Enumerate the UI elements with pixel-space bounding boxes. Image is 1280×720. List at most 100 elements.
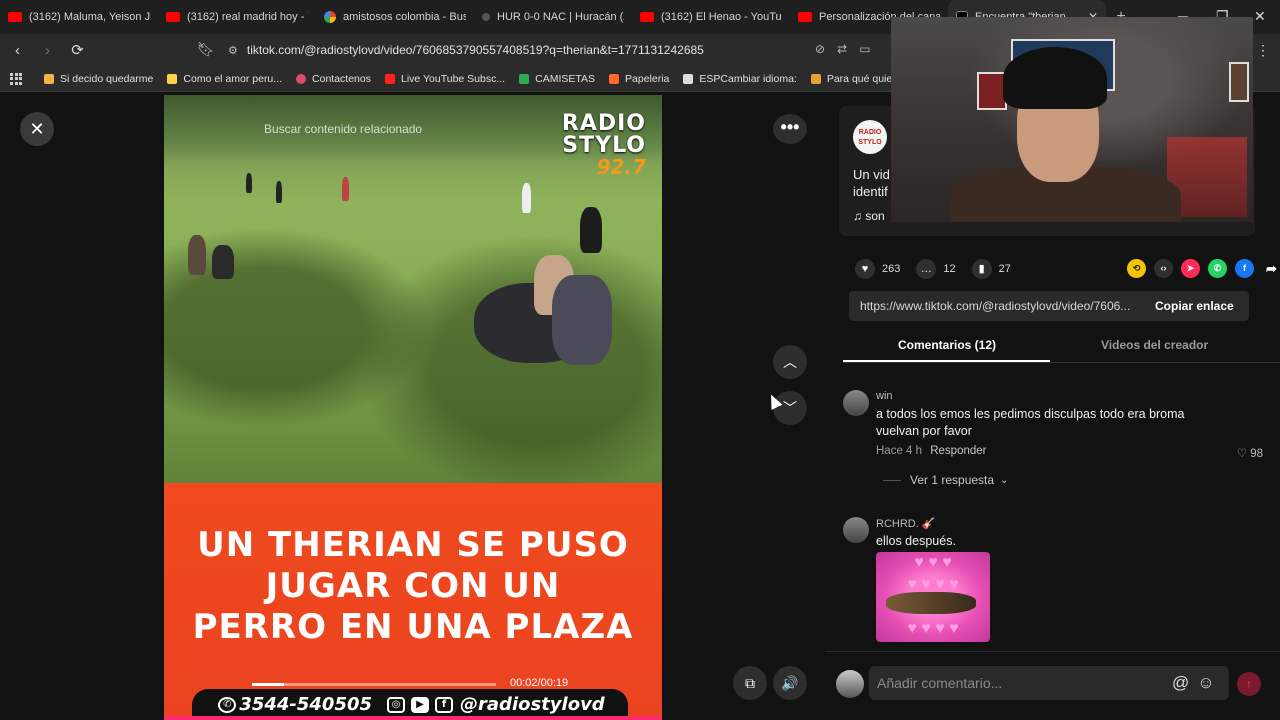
video-person xyxy=(212,245,234,279)
video-person xyxy=(522,183,531,213)
creator-avatar[interactable]: RADIO STYLO xyxy=(853,120,887,154)
video-timecode: 00:02/00:19 xyxy=(510,677,569,689)
forward-button[interactable]: › xyxy=(35,42,60,59)
address-bar-icons[interactable]: ⊘⇄▭ xyxy=(815,42,882,56)
browser-tab[interactable]: (3162) El Henao - YouTube xyxy=(632,0,790,34)
bookmark-favicon-icon xyxy=(167,73,178,84)
comment-like-button[interactable]: ♡ 98 xyxy=(1237,446,1263,460)
whatsapp-icon: ✆ xyxy=(218,696,237,713)
share-link-url[interactable]: https://www.tiktok.com/@radiostylovd/vid… xyxy=(860,299,1143,313)
google-icon xyxy=(324,11,336,23)
bookmark-item[interactable]: Contactenos xyxy=(296,73,371,85)
user-avatar xyxy=(836,670,864,698)
instagram-icon: ◎ xyxy=(387,696,406,713)
video-progress-bar[interactable] xyxy=(252,683,496,686)
mention-icon[interactable]: @ xyxy=(1172,673,1197,692)
browser-menu-icon[interactable]: ⋮ xyxy=(1256,42,1270,59)
commenter-avatar[interactable] xyxy=(843,517,869,543)
heart-outline-icon: ♡ xyxy=(1236,448,1251,460)
tab-comments[interactable]: Comentarios (12) xyxy=(898,338,996,352)
related-search-text[interactable]: Buscar contenido relacionado xyxy=(264,122,422,136)
tab-creator-videos[interactable]: Videos del creador xyxy=(1101,338,1208,352)
bookmark-item[interactable]: CAMISETAS xyxy=(519,73,595,85)
tiktok-video-page: ✕ Buscar contenido relacionado RADIO STY… xyxy=(0,17,1280,720)
bookmark-item[interactable]: Si decido quedarme xyxy=(44,73,153,85)
comment-username[interactable]: RCHRD. 🎸 xyxy=(876,517,936,530)
volume-button[interactable]: 🔊 xyxy=(773,666,807,700)
chevron-up-icon: ︿ xyxy=(783,354,797,370)
whatsapp-share-icon[interactable]: ✆ xyxy=(1208,259,1227,278)
save-button[interactable]: ▮ 27 xyxy=(971,259,1011,279)
comment-composer: @☺ ↑ xyxy=(825,651,1280,720)
url-field[interactable]: ⚙ tiktok.com/@radiostylovd/video/7606853… xyxy=(222,38,902,62)
repost-icon[interactable]: ⟲ xyxy=(1127,259,1146,278)
browser-tab[interactable]: (3162) real madrid hoy - Y xyxy=(158,0,316,34)
facebook-icon: f xyxy=(435,696,454,713)
panel-tabs: Comentarios (12) Videos del creador xyxy=(843,327,1280,363)
bookmark-item[interactable]: Como el amor peru... xyxy=(167,73,282,85)
youtube-icon xyxy=(640,12,654,22)
facebook-share-icon[interactable]: f xyxy=(1235,259,1254,278)
back-button[interactable]: ‹ xyxy=(5,42,30,59)
url-text: tiktok.com/@radiostylovd/video/760685379… xyxy=(246,43,704,57)
bookmark-item[interactable]: ESPCambiar idioma: xyxy=(683,73,797,85)
video-person xyxy=(188,235,206,275)
youtube-icon: ▶ xyxy=(411,696,430,713)
copy-link-button[interactable]: Copiar enlace xyxy=(1155,299,1234,313)
reply-button[interactable]: Responder xyxy=(930,445,986,457)
bookmark-icon[interactable]: 🔖︎ xyxy=(197,41,215,58)
bookmark-item[interactable]: Live YouTube Subsc... xyxy=(385,73,505,85)
video-person xyxy=(580,207,602,253)
video-border-line xyxy=(164,716,662,720)
sound-link[interactable]: ♫ son xyxy=(853,209,885,223)
share-arrow-icon[interactable]: ➦ xyxy=(1262,259,1280,278)
apps-grid-icon[interactable] xyxy=(10,72,22,85)
more-options-button[interactable]: ••• xyxy=(773,114,807,144)
post-description: Un vid identif xyxy=(853,167,890,199)
reload-button[interactable]: ⟳ xyxy=(65,41,90,59)
browser-tab[interactable]: (3162) Maluma, Yeison Jim xyxy=(0,0,158,34)
comment-icon: … xyxy=(916,259,937,279)
browser-tab[interactable]: amistosos colombia - Bus xyxy=(316,0,474,34)
banner-headline: UN THERIAN SE PUSO JUGAR CON UN PERRO EN… xyxy=(192,525,634,647)
replies-divider xyxy=(883,479,901,481)
emoji-icon[interactable]: ☺ xyxy=(1197,673,1222,692)
chevron-down-icon: ⌄ xyxy=(1000,474,1009,486)
bookmark-item[interactable]: Papeleria xyxy=(609,73,669,85)
comment-gif[interactable]: ♥ ♥ ♥♥ ♥ ♥ ♥♥ ♥ ♥♥ ♥ ♥ ♥ xyxy=(876,552,990,642)
bookmark-favicon-icon xyxy=(609,73,620,84)
embed-icon[interactable]: ‹› xyxy=(1154,259,1173,278)
share-icons: ⟲ ‹› ➤ ✆ f ➦ xyxy=(1127,259,1280,278)
view-replies-button[interactable]: Ver 1 respuesta ⌄ xyxy=(883,473,1008,487)
phone-number: 3544-540505 xyxy=(239,694,373,715)
picture-in-picture-button[interactable]: ⧉ xyxy=(733,666,767,700)
composer-icons: @☺ xyxy=(1172,673,1223,693)
close-video-button[interactable]: ✕ xyxy=(20,112,54,146)
webcam-overlay xyxy=(891,17,1253,222)
send-comment-button[interactable]: ↑ xyxy=(1237,672,1261,696)
video-person xyxy=(552,275,612,365)
browser-tab[interactable]: HUR 0-0 NAC | Huracán (A xyxy=(474,0,632,34)
window-close-button[interactable]: ✕ xyxy=(1254,8,1266,25)
active-tab-indicator xyxy=(843,360,1050,362)
comment-button[interactable]: … 12 xyxy=(916,259,956,279)
video-person xyxy=(276,181,282,203)
bookmark-favicon-icon xyxy=(519,73,530,84)
video-person xyxy=(342,177,349,201)
chevron-down-icon: ﹀ xyxy=(783,400,797,416)
site-icon xyxy=(482,13,490,21)
video-caption-banner: UN THERIAN SE PUSO JUGAR CON UN PERRO EN… xyxy=(164,483,662,720)
previous-video-button[interactable]: ︿ xyxy=(773,345,807,379)
video-player[interactable]: Buscar contenido relacionado RADIO STYLO… xyxy=(164,95,662,720)
comment-username[interactable]: win xyxy=(876,390,893,402)
volume-icon: 🔊 xyxy=(781,675,799,691)
site-settings-icon[interactable]: ⚙ xyxy=(228,44,238,57)
commenter-avatar[interactable] xyxy=(843,390,869,416)
radio-stylo-logo: RADIO STYLO 92.7 xyxy=(561,111,646,179)
bookmark-icon: ▮ xyxy=(971,259,992,279)
send-to-friends-icon[interactable]: ➤ xyxy=(1181,259,1200,278)
webcam-person-hat xyxy=(1003,47,1107,109)
like-button[interactable]: ♥ 263 xyxy=(855,259,900,279)
comment-text: ellos después. xyxy=(876,534,956,548)
post-actions: ♥ 263 … 12 ▮ 27 ⟲ ‹› ➤ ✆ f ➦ xyxy=(855,257,1277,281)
